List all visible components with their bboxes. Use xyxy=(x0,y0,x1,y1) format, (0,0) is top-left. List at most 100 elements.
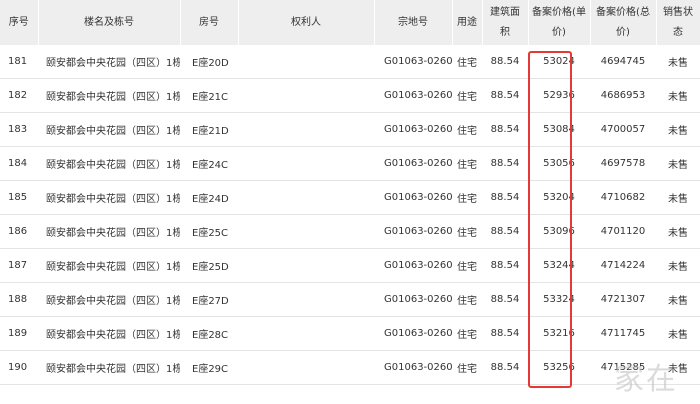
cell-area: 88.54 xyxy=(482,78,528,113)
cell-total-price: 4715285 xyxy=(590,350,656,385)
cell-owner xyxy=(238,112,374,147)
cell-area: 88.54 xyxy=(482,248,528,283)
cell-status: 未售 xyxy=(656,112,700,147)
cell-building: 颐安都会中央花园（四区）1栋 xyxy=(38,248,180,283)
cell-lot: G01063-0260 xyxy=(374,214,452,249)
cell-use: 住宅 xyxy=(452,112,482,147)
cell-room: E座21D xyxy=(180,112,238,147)
cell-total-price: 4700057 xyxy=(590,112,656,147)
cell-status: 未售 xyxy=(656,248,700,283)
cell-unit-price: 53244 xyxy=(528,248,590,283)
cell-area: 88.54 xyxy=(482,316,528,351)
cell-area: 88.54 xyxy=(482,180,528,215)
cell-total-price: 4701120 xyxy=(590,214,656,249)
cell-use: 住宅 xyxy=(452,316,482,351)
cell-building: 颐安都会中央花园（四区）1栋 xyxy=(38,214,180,249)
cell-use: 住宅 xyxy=(452,282,482,317)
cell-lot: G01063-0260 xyxy=(374,146,452,181)
cell-status: 未售 xyxy=(656,146,700,181)
table-body: 181 颐安都会中央花园（四区）1栋 E座20D G01063-0260 住宅 … xyxy=(0,45,700,385)
cell-owner xyxy=(238,45,374,79)
header-unit-price: 备案价格(单 价) xyxy=(528,0,591,45)
cell-status: 未售 xyxy=(656,78,700,113)
cell-unit-price: 53216 xyxy=(528,316,590,351)
table-header: 序号 楼名及栋号 房号 权利人 宗地号 用途 建筑面积 备案价格(单 价) 备案价… xyxy=(0,0,700,45)
cell-owner xyxy=(238,78,374,113)
table-row: 190 颐安都会中央花园（四区）1栋 E座29C G01063-0260 住宅 … xyxy=(0,350,700,385)
header-unit-line1: 备案价格(单 xyxy=(532,6,586,18)
cell-no: 184 xyxy=(0,146,38,181)
table-row: 182 颐安都会中央花园（四区）1栋 E座21C G01063-0260 住宅 … xyxy=(0,78,700,113)
cell-lot: G01063-0260 xyxy=(374,248,452,283)
cell-lot: G01063-0260 xyxy=(374,316,452,351)
table-row: 186 颐安都会中央花园（四区）1栋 E座25C G01063-0260 住宅 … xyxy=(0,214,700,249)
cell-room: E座20D xyxy=(180,45,238,79)
cell-owner xyxy=(238,214,374,249)
cell-owner xyxy=(238,282,374,317)
cell-area: 88.54 xyxy=(482,350,528,385)
cell-owner xyxy=(238,350,374,385)
cell-unit-price: 52936 xyxy=(528,78,590,113)
cell-area: 88.54 xyxy=(482,282,528,317)
cell-area: 88.54 xyxy=(482,112,528,147)
cell-status: 未售 xyxy=(656,316,700,351)
cell-building: 颐安都会中央花园（四区）1栋 xyxy=(38,146,180,181)
cell-building: 颐安都会中央花园（四区）1栋 xyxy=(38,316,180,351)
cell-no: 186 xyxy=(0,214,38,249)
cell-room: E座24C xyxy=(180,146,238,181)
cell-total-price: 4694745 xyxy=(590,45,656,79)
cell-use: 住宅 xyxy=(452,350,482,385)
header-lot: 宗地号 xyxy=(374,0,453,45)
cell-area: 88.54 xyxy=(482,214,528,249)
cell-unit-price: 53084 xyxy=(528,112,590,147)
cell-total-price: 4710682 xyxy=(590,180,656,215)
cell-total-price: 4711745 xyxy=(590,316,656,351)
header-use: 用途 xyxy=(452,0,483,45)
cell-unit-price: 53056 xyxy=(528,146,590,181)
table-row: 184 颐安都会中央花园（四区）1栋 E座24C G01063-0260 住宅 … xyxy=(0,146,700,181)
header-unit-line2: 价) xyxy=(552,26,566,38)
table-row: 181 颐安都会中央花园（四区）1栋 E座20D G01063-0260 住宅 … xyxy=(0,45,700,79)
table-row: 187 颐安都会中央花园（四区）1栋 E座25D G01063-0260 住宅 … xyxy=(0,248,700,283)
cell-area: 88.54 xyxy=(482,146,528,181)
cell-building: 颐安都会中央花园（四区）1栋 xyxy=(38,350,180,385)
cell-unit-price: 53324 xyxy=(528,282,590,317)
cell-building: 颐安都会中央花园（四区）1栋 xyxy=(38,282,180,317)
header-room: 房号 xyxy=(180,0,239,45)
cell-area: 88.54 xyxy=(482,45,528,79)
cell-total-price: 4697578 xyxy=(590,146,656,181)
cell-status: 未售 xyxy=(656,350,700,385)
table-row: 188 颐安都会中央花园（四区）1栋 E座27D G01063-0260 住宅 … xyxy=(0,282,700,317)
cell-use: 住宅 xyxy=(452,146,482,181)
table-row: 185 颐安都会中央花园（四区）1栋 E座24D G01063-0260 住宅 … xyxy=(0,180,700,215)
cell-room: E座29C xyxy=(180,350,238,385)
header-building: 楼名及栋号 xyxy=(38,0,181,45)
header-area-line1: 建筑面 xyxy=(490,6,520,18)
cell-room: E座25D xyxy=(180,248,238,283)
cell-owner xyxy=(238,146,374,181)
cell-building: 颐安都会中央花园（四区）1栋 xyxy=(38,180,180,215)
cell-status: 未售 xyxy=(656,180,700,215)
cell-use: 住宅 xyxy=(452,248,482,283)
header-row: 序号 楼名及栋号 房号 权利人 宗地号 用途 建筑面积 备案价格(单 价) 备案价… xyxy=(0,0,700,45)
header-total-line1: 备案价格(总 xyxy=(596,6,650,18)
table-row: 189 颐安都会中央花园（四区）1栋 E座28C G01063-0260 住宅 … xyxy=(0,316,700,351)
header-area-line2: 积 xyxy=(500,26,510,38)
cell-room: E座27D xyxy=(180,282,238,317)
cell-use: 住宅 xyxy=(452,78,482,113)
header-no: 序号 xyxy=(0,0,39,45)
cell-no: 189 xyxy=(0,316,38,351)
cell-room: E座24D xyxy=(180,180,238,215)
header-status: 销售状态 xyxy=(656,0,700,45)
cell-room: E座21C xyxy=(180,78,238,113)
cell-use: 住宅 xyxy=(452,214,482,249)
cell-no: 190 xyxy=(0,350,38,385)
cell-status: 未售 xyxy=(656,45,700,79)
cell-lot: G01063-0260 xyxy=(374,78,452,113)
cell-no: 181 xyxy=(0,45,38,79)
cell-lot: G01063-0260 xyxy=(374,180,452,215)
cell-building: 颐安都会中央花园（四区）1栋 xyxy=(38,78,180,113)
cell-lot: G01063-0260 xyxy=(374,282,452,317)
table-row: 183 颐安都会中央花园（四区）1栋 E座21D G01063-0260 住宅 … xyxy=(0,112,700,147)
header-total-price: 备案价格(总 价) xyxy=(590,0,657,45)
